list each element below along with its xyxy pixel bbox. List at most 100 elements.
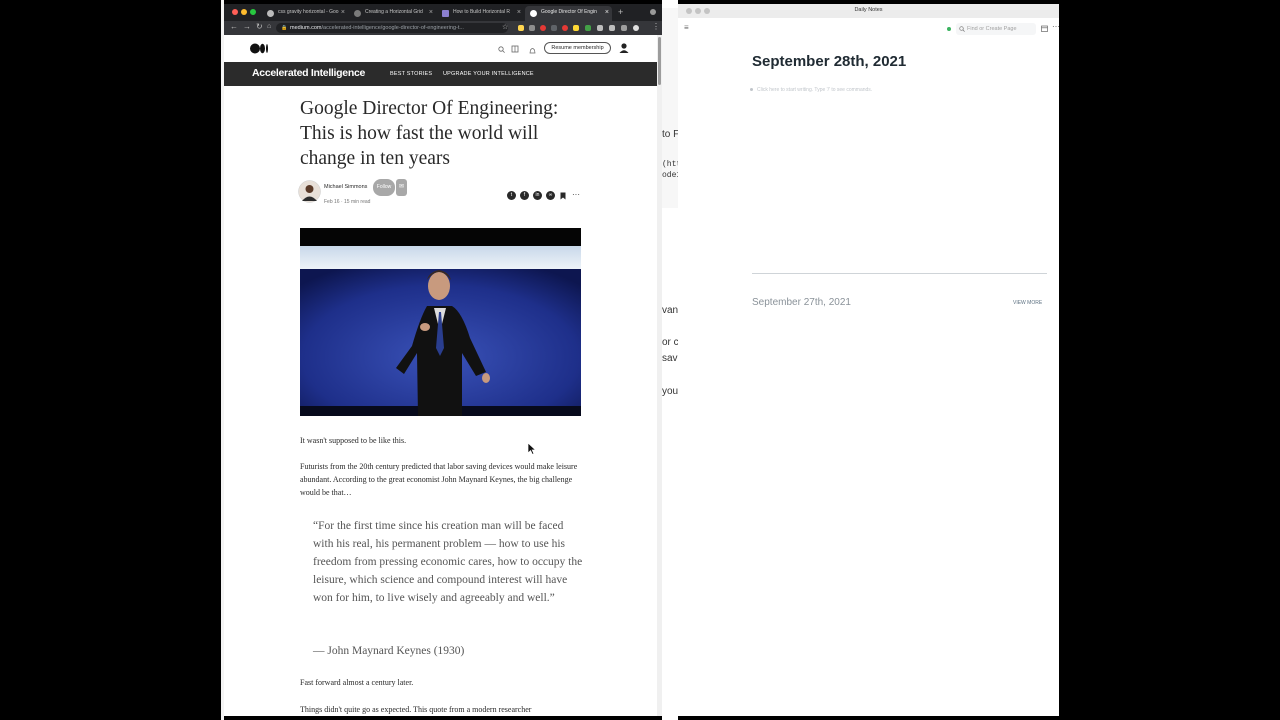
background-text: to F (662, 129, 678, 140)
close-tab-icon[interactable]: × (429, 9, 433, 16)
site-icon (354, 10, 361, 17)
back-icon[interactable]: ← (230, 22, 238, 31)
close-tab-icon[interactable]: × (517, 9, 521, 16)
zoom-window-button[interactable] (250, 9, 256, 15)
tab-css-gravity[interactable]: css gravity horizontal - Goo × (262, 6, 348, 21)
lock-icon: 🔒 (281, 25, 288, 31)
address-bar[interactable]: 🔒 medium.com/accelerated-intelligence/go… (276, 23, 508, 33)
author-name[interactable]: Michael Simmons (324, 184, 367, 190)
extension-icon[interactable] (540, 25, 546, 31)
scrollbar[interactable] (657, 35, 662, 716)
sync-status-icon (947, 27, 951, 31)
medium-header: Resume membership (224, 35, 657, 62)
roam-title-bar: Daily Notes (678, 4, 1059, 18)
bookmark-star-icon[interactable]: ☆ (502, 23, 508, 31)
medium-logo-icon[interactable] (250, 43, 269, 54)
reading-list-icon[interactable] (511, 45, 519, 53)
tab-bar: css gravity horizontal - Goo × Creating … (224, 4, 662, 21)
article-paragraph: Things didn't quite go as expected. This… (300, 705, 532, 714)
tab-title: css gravity horizontal - Goo (278, 9, 339, 15)
forward-icon[interactable]: → (243, 22, 251, 31)
view-more-button[interactable]: VIEW MORE (1013, 300, 1042, 306)
close-tab-icon[interactable]: × (605, 9, 609, 16)
close-window-button[interactable] (232, 9, 238, 15)
tab-google-director[interactable]: Google Director Of Engin × (525, 6, 612, 21)
extension-icon[interactable] (562, 25, 568, 31)
bookmark-icon[interactable] (560, 192, 566, 200)
scrollbar-thumb[interactable] (658, 37, 661, 85)
background-text: sav (662, 353, 678, 364)
tab-title: How to Build Horizontal R (453, 9, 510, 15)
extension-icon[interactable] (585, 25, 591, 31)
google-icon (267, 10, 274, 17)
extension-icon[interactable] (518, 25, 524, 31)
medium-icon (530, 10, 537, 17)
previous-note-title[interactable]: September 27th, 2021 (752, 297, 851, 308)
facebook-icon[interactable]: f (520, 191, 529, 200)
background-text: (htt (662, 160, 678, 169)
extension-icon[interactable] (529, 25, 535, 31)
nav-best-stories[interactable]: BEST STORIES (390, 71, 432, 77)
search-placeholder: Find or Create Page (967, 26, 1017, 32)
site-icon (442, 10, 449, 17)
divider (752, 273, 1047, 274)
user-avatar[interactable] (618, 42, 630, 54)
extension-icon[interactable] (597, 25, 603, 31)
reload-icon[interactable]: ↻ (256, 22, 263, 31)
nav-upgrade[interactable]: UPGRADE YOUR INTELLIGENCE (443, 71, 534, 77)
more-options-icon[interactable]: ⋯ (1052, 22, 1059, 31)
tab-horizontal-r[interactable]: How to Build Horizontal R × (437, 6, 524, 21)
subscribe-email-icon[interactable]: ✉ (396, 179, 407, 196)
profile-icon[interactable] (650, 9, 656, 15)
close-tab-icon[interactable]: × (341, 9, 345, 16)
publication-name[interactable]: Accelerated Intelligence (252, 67, 365, 79)
author-avatar[interactable] (298, 180, 321, 203)
find-or-create-search[interactable]: Find or Create Page (956, 23, 1036, 35)
puzzle-icon[interactable] (609, 25, 615, 31)
chrome-window: css gravity horizontal - Goo × Creating … (224, 4, 662, 716)
url-domain: medium.com (290, 25, 322, 31)
publication-bar: Accelerated Intelligence BEST STORIES UP… (224, 62, 657, 86)
twitter-icon[interactable]: t (507, 191, 516, 200)
mouse-cursor-icon (527, 442, 536, 455)
linkedin-icon[interactable]: in (533, 191, 542, 200)
extension-icon[interactable] (573, 25, 579, 31)
search-icon[interactable] (498, 46, 505, 53)
roam-window: Daily Notes ≡ Find or Create Page ⋯ Sept… (678, 4, 1059, 716)
background-text: or c (662, 337, 678, 348)
article-meta: Feb 16 · 15 min read (324, 199, 371, 205)
more-icon[interactable]: ··· (572, 190, 580, 199)
tab-title: Creating a Horizontal Grid (365, 9, 423, 15)
address-toolbar: ← → ↻ ⌂ 🔒 medium.com/accelerated-intelli… (224, 21, 662, 35)
link-icon[interactable]: ∞ (546, 191, 555, 200)
article-paragraph: It wasn't supposed to be like this. (300, 436, 407, 445)
tab-horizontal-grid[interactable]: Creating a Horizontal Grid × (349, 6, 436, 21)
background-text: vant (662, 305, 678, 316)
chrome-menu-icon[interactable]: ⋮ (652, 22, 660, 31)
daily-note-title[interactable]: September 28th, 2021 (752, 53, 906, 70)
block-bullet[interactable] (750, 88, 753, 91)
calendar-icon[interactable] (1041, 25, 1048, 32)
article-paragraph: Fast forward almost a century later. (300, 678, 414, 687)
article-paragraph: Futurists from the 20th century predicte… (300, 462, 578, 497)
resume-membership-button[interactable]: Resume membership (544, 42, 611, 54)
tab-title: Google Director Of Engin (541, 9, 597, 15)
extension-icon[interactable] (621, 25, 627, 31)
window-title: Daily Notes (854, 7, 883, 13)
block-placeholder[interactable]: Click here to start writing. Type '/' to… (757, 87, 872, 93)
new-tab-button[interactable]: + (618, 7, 623, 17)
notifications-bell-icon[interactable] (529, 47, 536, 55)
quote-attribution: — John Maynard Keynes (1930) (313, 645, 465, 657)
sidebar-menu-icon[interactable]: ≡ (684, 23, 689, 32)
home-icon[interactable]: ⌂ (267, 23, 271, 30)
background-window: to F (htt ode1 vant or c sav you (662, 0, 678, 720)
profile-avatar-icon[interactable] (633, 25, 639, 31)
background-text: you (662, 386, 678, 397)
minimize-window-button[interactable] (241, 9, 247, 15)
article-hero-image (300, 228, 581, 416)
blockquote: “For the first time since his creation m… (313, 520, 583, 604)
background-text: ode1 (662, 171, 678, 180)
url-path: /accelerated-intelligence/google-directo… (321, 25, 464, 31)
shield-icon[interactable] (551, 25, 557, 31)
follow-button[interactable]: Follow (373, 179, 395, 196)
